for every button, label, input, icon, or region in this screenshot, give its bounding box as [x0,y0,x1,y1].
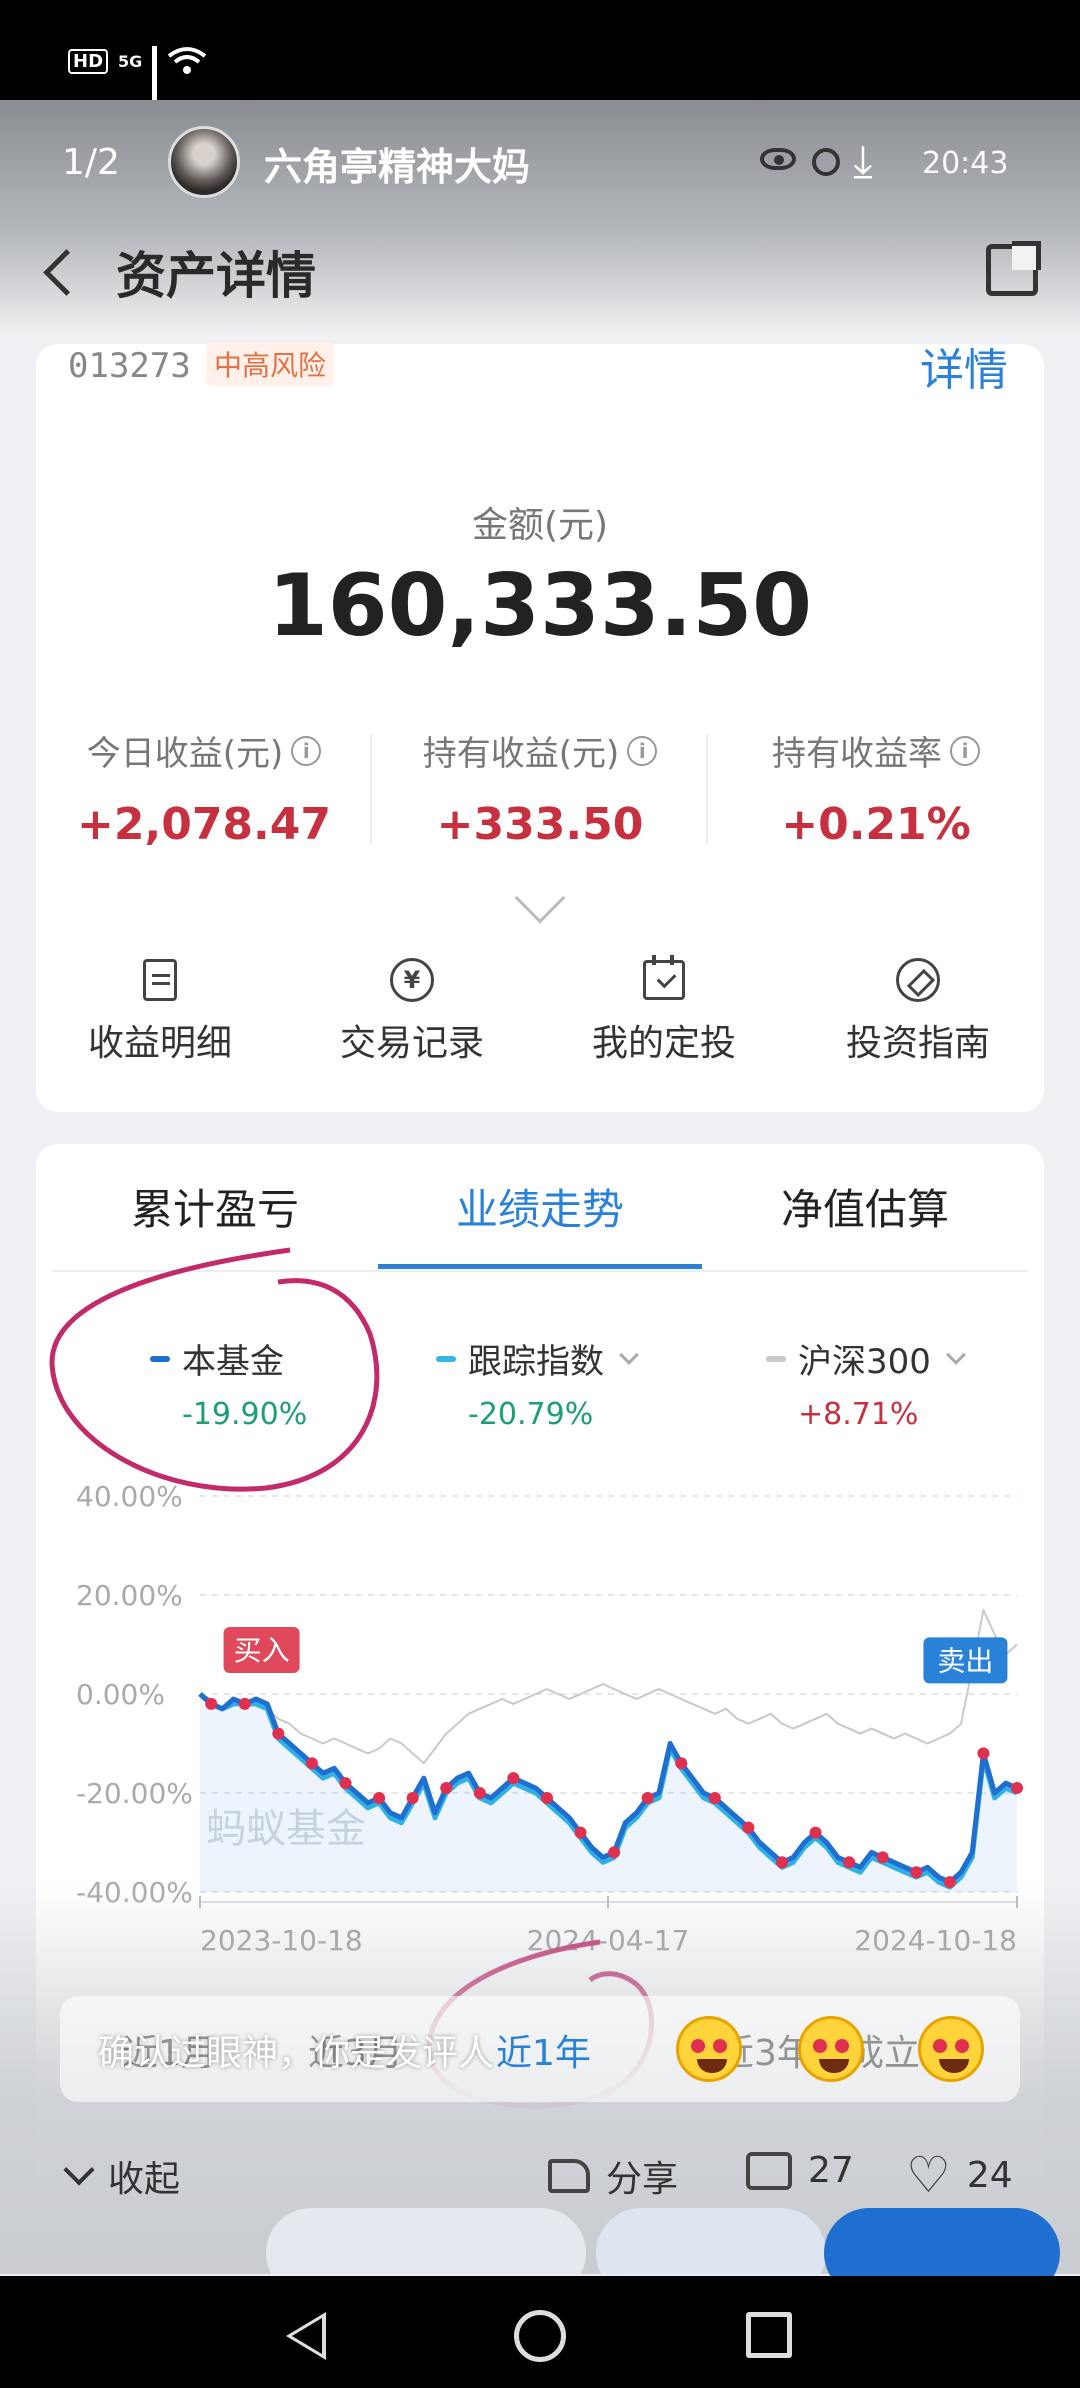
like-count: 24 [966,2154,1013,2196]
nav-home-icon[interactable] [514,2310,566,2362]
collapse-button[interactable]: 收起 [63,2150,181,2202]
comment-button[interactable]: 27 [746,2150,854,2191]
chevron-down-icon [63,2154,95,2186]
range-1y[interactable]: 近1年 [496,2024,591,2076]
share-button[interactable]: 分享 [548,2150,678,2202]
heart-eyes-emoji-icon [676,2016,742,2082]
share-label: 分享 [606,2159,679,2200]
app-screen: HD 5G 1/2 六角亭精神大妈 ⤓ 20:43 资产详情 013273 中高… [0,0,1080,2388]
comment-icon [746,2151,792,2190]
nav-recent-icon[interactable] [746,2312,792,2358]
laughing-crying-emoji-icon [798,2016,864,2082]
danmu-comment: 确认过眼神，你是发评人 [98,2033,495,2074]
grinning-emoji-icon [918,2016,984,2082]
comment-count: 27 [808,2150,854,2191]
share-arrow-icon [548,2159,590,2193]
nav-back-icon[interactable] [286,2312,326,2360]
heart-icon: ♡ [906,2146,951,2204]
like-button[interactable]: ♡ 24 [906,2150,1013,2200]
circle-annotation-fund [49,1247,380,1492]
collapse-label: 收起 [108,2159,181,2200]
